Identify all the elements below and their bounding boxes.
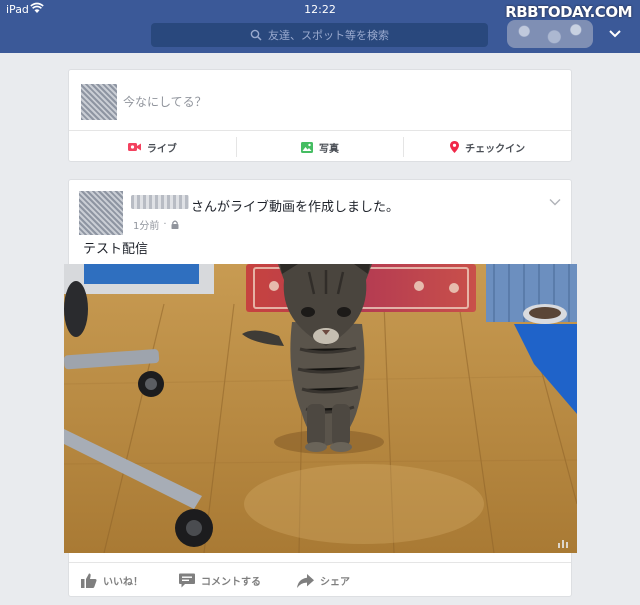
post-action-bar: いいね！ コメントする シェア bbox=[69, 562, 571, 598]
site-watermark: RBBTODAY.COM bbox=[505, 3, 632, 21]
post-time[interactable]: 1分前 bbox=[133, 217, 159, 232]
composer-actions: ライブ 写真 チェックイン bbox=[69, 130, 571, 163]
photo-button[interactable]: 写真 bbox=[237, 137, 405, 157]
live-button[interactable]: ライブ bbox=[69, 137, 237, 157]
post-caption: テスト配信 bbox=[83, 242, 149, 257]
share-button[interactable]: シェア bbox=[297, 573, 350, 588]
post-author-avatar[interactable] bbox=[79, 191, 123, 235]
search-placeholder: 友達、スポット等を検索 bbox=[268, 29, 389, 42]
comment-button-label: コメントする bbox=[201, 577, 261, 588]
live-button-label: ライブ bbox=[146, 143, 177, 155]
checkin-button[interactable]: チェックイン bbox=[404, 137, 571, 157]
live-video-icon bbox=[127, 143, 141, 151]
search-bar[interactable]: 友達、スポット等を検索 bbox=[151, 23, 488, 47]
feed-post: さんがライブ動画を作成しました。 1分前 · テスト配信 いいね！ コメントする… bbox=[64, 179, 577, 598]
post-options-chevron-icon[interactable] bbox=[549, 198, 561, 206]
share-icon bbox=[297, 573, 314, 588]
profile-avatar-blurred[interactable] bbox=[507, 20, 593, 48]
chevron-down-icon[interactable] bbox=[608, 29, 622, 39]
share-button-label: シェア bbox=[320, 577, 350, 588]
video-frame-cat bbox=[64, 264, 577, 553]
top-navigation-bar: iPad 12:22 RBBTODAY.COM 友達、スポット等を検索 bbox=[0, 0, 640, 53]
photo-button-label: 写真 bbox=[319, 143, 339, 155]
live-video-player[interactable] bbox=[64, 264, 577, 553]
post-meta: 1分前 · bbox=[133, 217, 179, 232]
post-headline: さんがライブ動画を作成しました。 bbox=[191, 200, 400, 215]
like-button-label: いいね！ bbox=[103, 577, 143, 588]
lock-icon bbox=[171, 220, 179, 229]
like-icon bbox=[81, 573, 97, 588]
status-composer: 今なにしてる？ ライブ 写真 チェックイン bbox=[68, 69, 572, 162]
user-avatar bbox=[81, 84, 117, 120]
checkin-button-label: チェックイン bbox=[465, 143, 526, 155]
meta-separator: · bbox=[163, 219, 167, 230]
search-icon bbox=[250, 29, 262, 41]
post-author-name-blurred[interactable] bbox=[131, 195, 189, 209]
location-pin-icon bbox=[450, 141, 460, 153]
composer-prompt[interactable]: 今なにしてる？ bbox=[123, 93, 207, 110]
comment-button[interactable]: コメントする bbox=[179, 573, 261, 588]
photo-icon bbox=[301, 141, 313, 153]
like-button[interactable]: いいね！ bbox=[81, 573, 143, 588]
comment-icon bbox=[179, 573, 195, 588]
